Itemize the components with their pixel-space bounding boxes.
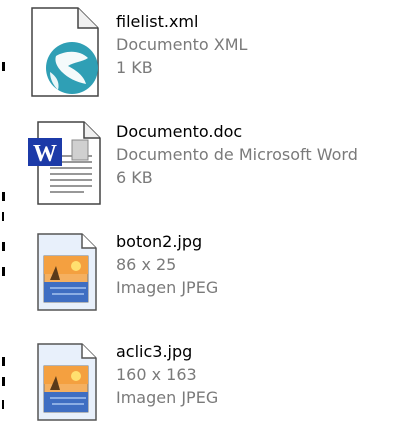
left-edge-text-fragment [0, 210, 10, 224]
image-dimensions: 86 x 25 [116, 255, 177, 274]
file-type: Documento de Microsoft Word [116, 145, 358, 164]
file-type: Documento XML [116, 35, 248, 54]
file-item-boton2-jpg[interactable]: boton2.jpg 86 x 25 Imagen JPEG [0, 220, 407, 320]
jpeg-image-icon [28, 226, 102, 318]
word-document-icon: W [28, 116, 102, 208]
file-name: filelist.xml [116, 12, 199, 31]
left-edge-text-fragment [0, 60, 10, 74]
file-type: Imagen JPEG [116, 278, 219, 297]
file-size: 6 KB [116, 168, 153, 187]
left-edge-text-fragment [0, 190, 10, 204]
file-size: 1 KB [116, 58, 153, 77]
left-edge-text-fragment [0, 398, 10, 412]
image-dimensions: 160 x 163 [116, 365, 197, 384]
file-name: boton2.jpg [116, 232, 203, 251]
left-edge-text-fragment [0, 355, 10, 369]
file-name: aclic3.jpg [116, 342, 193, 361]
file-type: Imagen JPEG [116, 388, 219, 407]
file-name: Documento.doc [116, 122, 243, 141]
jpeg-image-icon [28, 336, 102, 428]
file-item-documento-doc[interactable]: W Documento.doc Documento de Microsoft W… [0, 110, 407, 210]
xml-file-icon [28, 6, 102, 98]
left-edge-text-fragment [0, 375, 10, 389]
svg-text:W: W [33, 141, 57, 167]
left-edge-text-fragment [0, 240, 10, 254]
file-item-aclic3-jpg[interactable]: aclic3.jpg 160 x 163 Imagen JPEG [0, 330, 407, 430]
file-item-filelist-xml[interactable]: filelist.xml Documento XML 1 KB [0, 0, 407, 100]
left-edge-text-fragment [0, 265, 10, 279]
